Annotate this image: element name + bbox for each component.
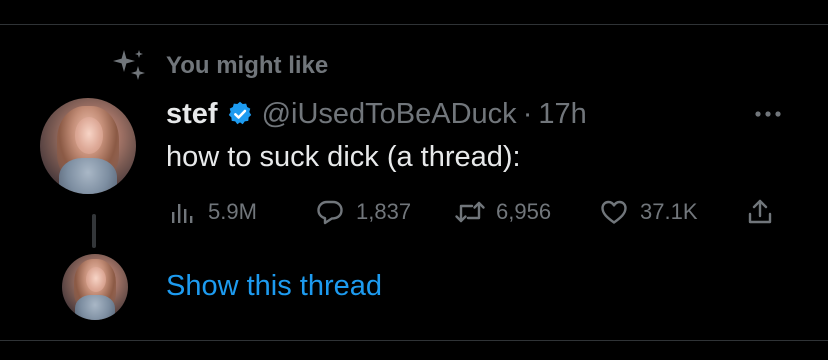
avatar-face [74,117,104,154]
reply-button[interactable]: 1,837 [314,194,411,230]
retweet-button[interactable]: 6,956 [454,194,551,230]
retweet-count: 6,956 [496,199,552,224]
tweet-actions: 5.9M 1,837 6,956 37.1K [166,194,786,230]
sparkle-icon [110,46,150,86]
reply-count: 1,837 [356,199,412,224]
social-context-label: You might like [166,52,329,79]
thread-avatar[interactable] [62,254,128,320]
like-button[interactable]: 37.1K [598,194,698,230]
header-separator: · [522,97,533,130]
author-avatar[interactable] [40,98,136,194]
show-thread-link[interactable]: Show this thread [166,270,382,303]
thread-connector [92,214,96,248]
more-options-button[interactable] [750,102,786,126]
social-context: You might like [110,46,328,86]
verified-badge-icon [226,100,254,128]
share-button[interactable] [744,194,776,230]
analytics-icon [166,196,198,228]
author-handle[interactable]: @iUsedToBeADuck [262,98,517,131]
reply-icon [314,196,346,228]
top-divider [0,24,828,25]
author-display-name[interactable]: stef [166,98,218,131]
views-button[interactable]: 5.9M [166,194,257,230]
heart-icon [598,196,630,228]
tweet-header: stef @iUsedToBeADuck · 17h [166,96,587,132]
like-count: 37.1K [640,199,698,224]
more-dots-icon [755,111,781,117]
avatar-body [59,157,117,194]
avatar-face [85,267,106,293]
views-count: 5.9M [208,199,257,224]
tweet-timestamp[interactable]: 17h [538,98,586,131]
tweet-text: how to suck dick (a thread): [166,141,521,173]
avatar-body [75,294,115,320]
bottom-divider [0,340,828,341]
retweet-icon [454,196,486,228]
share-icon [744,196,776,228]
